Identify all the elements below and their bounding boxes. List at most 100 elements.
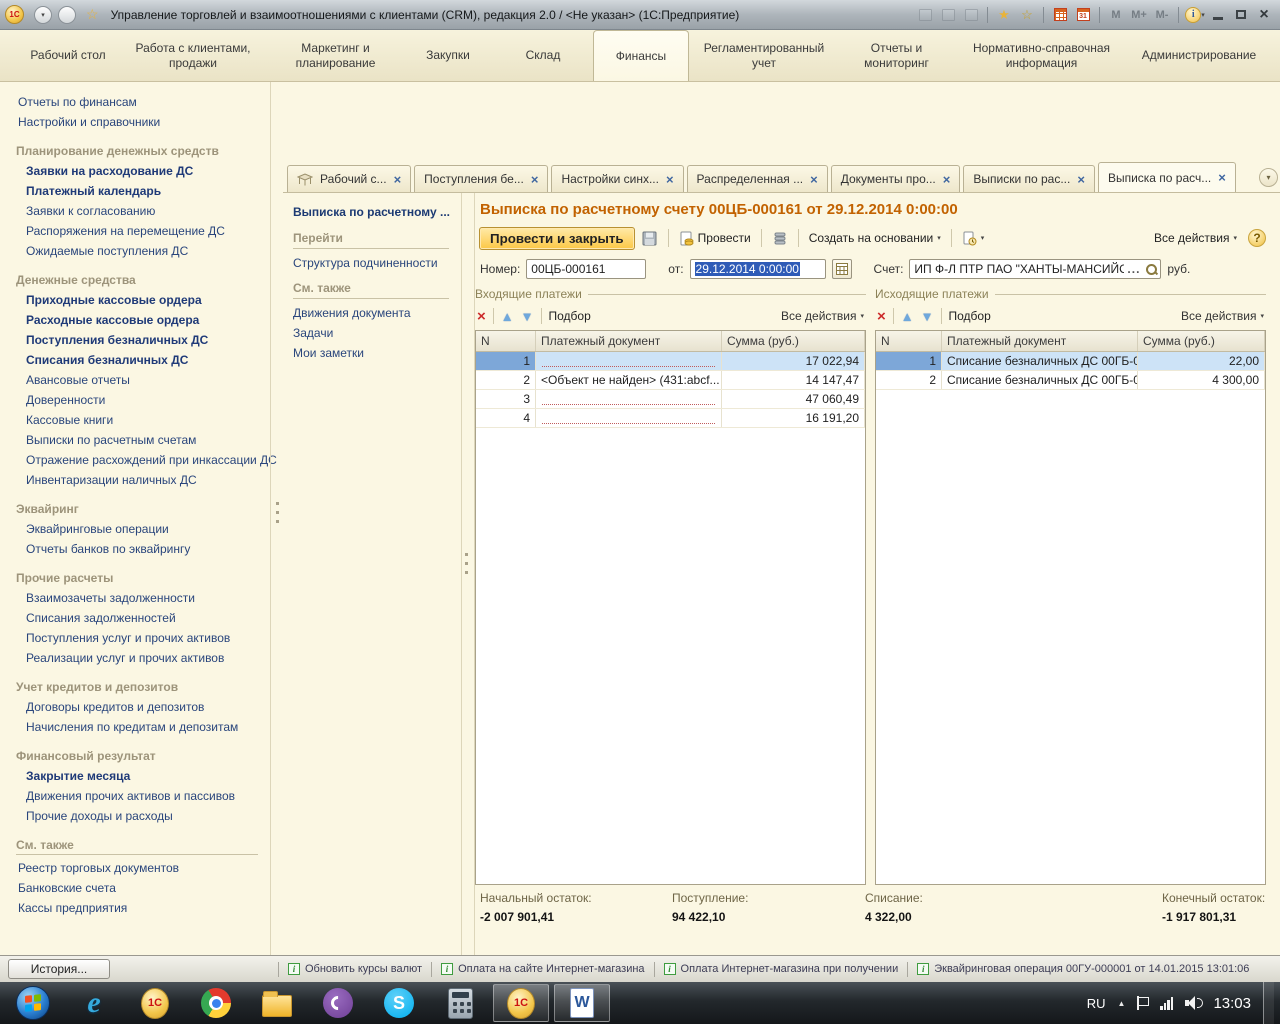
cell-sum[interactable]: 16 191,20 bbox=[722, 409, 865, 427]
cell-sum[interactable]: 14 147,47 bbox=[722, 371, 865, 389]
history-button[interactable]: История... bbox=[8, 959, 110, 979]
close-icon[interactable]: × bbox=[1077, 173, 1085, 186]
taskbar-1c-launcher[interactable]: 1С bbox=[127, 983, 183, 1023]
sidebar-item-bank-statements[interactable]: Выписки по расчетным счетам bbox=[0, 430, 270, 450]
pick-button[interactable]: Подбор bbox=[949, 309, 991, 323]
document-movements-button[interactable] bbox=[769, 228, 791, 248]
move-up-icon[interactable]: ▲ bbox=[501, 310, 514, 323]
sidebar-item-cashless-writeoffs[interactable]: Списания безналичных ДС bbox=[0, 350, 270, 370]
print-menu-button[interactable]: ▾ bbox=[959, 228, 988, 248]
memory-m-plus-button[interactable]: M+ bbox=[1129, 6, 1149, 24]
help-button[interactable]: ? bbox=[1248, 229, 1266, 247]
sidebar-item-credit-agreements[interactable]: Договоры кредитов и депозитов bbox=[0, 697, 270, 717]
taskbar-word-running[interactable]: W bbox=[554, 984, 610, 1022]
sidebar-splitter[interactable] bbox=[270, 82, 283, 955]
main-menu-button[interactable]: ▾ bbox=[34, 6, 52, 24]
status-link-acquiring-operation[interactable]: i Эквайринговая операция 00ГУ-000001 от … bbox=[917, 963, 1249, 975]
outgoing-all-actions-button[interactable]: Все действия ▾ bbox=[1181, 309, 1264, 323]
cell-sum[interactable]: 4 300,00 bbox=[1138, 371, 1265, 389]
section-tab-warehouse[interactable]: Склад bbox=[493, 30, 593, 81]
nav-link-subordination-structure[interactable]: Структура подчиненности bbox=[293, 253, 461, 273]
table-row[interactable]: 1 17 022,94 bbox=[476, 352, 865, 371]
taskbar-chrome[interactable] bbox=[188, 983, 244, 1023]
sidebar-item-debt-offsets[interactable]: Взаимозачеты задолженности bbox=[0, 588, 270, 608]
incoming-all-actions-button[interactable]: Все действия ▾ bbox=[781, 309, 864, 323]
cell-document[interactable] bbox=[536, 352, 722, 370]
move-up-icon[interactable]: ▲ bbox=[901, 310, 914, 323]
sidebar-item-cash-books[interactable]: Кассовые книги bbox=[0, 410, 270, 430]
column-header-n[interactable]: N bbox=[876, 331, 942, 351]
status-link-on-delivery-payment[interactable]: i Оплата Интернет-магазина при получении bbox=[664, 963, 899, 975]
taskbar-clock[interactable]: 13:03 bbox=[1213, 995, 1251, 1012]
nav-link-tasks[interactable]: Задачи bbox=[293, 323, 461, 343]
section-tab-desktop[interactable]: Рабочий стол bbox=[18, 30, 118, 81]
action-center-flag-icon[interactable] bbox=[1137, 996, 1148, 1010]
doc-tab-cashless-receipts[interactable]: Поступления бе... × bbox=[414, 165, 548, 192]
column-header-document[interactable]: Платежный документ bbox=[536, 331, 722, 351]
post-and-close-button[interactable]: Провести и закрыть bbox=[479, 227, 635, 250]
section-tab-clients-sales[interactable]: Работа с клиентами, продажи bbox=[118, 30, 268, 81]
taskbar-1c-running[interactable]: 1С bbox=[493, 984, 549, 1022]
cell-n[interactable]: 1 bbox=[876, 352, 942, 370]
sidebar-item-advance-reports[interactable]: Авансовые отчеты bbox=[0, 370, 270, 390]
sidebar-item-services-receipts[interactable]: Поступления услуг и прочих активов bbox=[0, 628, 270, 648]
section-tab-purchases[interactable]: Закупки bbox=[403, 30, 493, 81]
sidebar-item-collection-discrepancies[interactable]: Отражение расхождений при инкассации ДС bbox=[0, 450, 270, 470]
cell-sum[interactable]: 17 022,94 bbox=[722, 352, 865, 370]
calculator-icon[interactable] bbox=[1050, 6, 1070, 24]
doc-tab-documents[interactable]: Документы про... × bbox=[831, 165, 961, 192]
cell-document[interactable] bbox=[536, 390, 722, 408]
quick-access-button[interactable] bbox=[58, 6, 76, 24]
doc-tab-statement-active[interactable]: Выписка по расч... × bbox=[1098, 162, 1236, 192]
sidebar-item-powers-of-attorney[interactable]: Доверенности bbox=[0, 390, 270, 410]
date-picker-button[interactable] bbox=[832, 259, 852, 279]
close-icon[interactable]: × bbox=[1218, 171, 1226, 184]
taskbar-internet-explorer[interactable]: e bbox=[66, 983, 122, 1023]
table-row[interactable]: 1 Списание безналичных ДС 00ГБ-0... 22,0… bbox=[876, 352, 1265, 371]
sidebar-item-cashless-receipts[interactable]: Поступления безналичных ДС bbox=[0, 330, 270, 350]
sidebar-item-company-cash-desks[interactable]: Кассы предприятия bbox=[0, 898, 270, 918]
save-button[interactable] bbox=[639, 228, 661, 248]
sidebar-item-acquiring-bank-reports[interactable]: Отчеты банков по эквайрингу bbox=[0, 539, 270, 559]
close-icon[interactable]: × bbox=[666, 173, 674, 186]
sidebar-item-other-income-expenses[interactable]: Прочие доходы и расходы bbox=[0, 806, 270, 826]
favorites-star-icon[interactable]: ☆ bbox=[86, 6, 99, 23]
taskbar-skype[interactable]: S bbox=[371, 983, 427, 1023]
all-actions-button[interactable]: Все действия ▾ bbox=[1151, 228, 1240, 248]
cell-n[interactable]: 2 bbox=[476, 371, 536, 389]
sidebar-item-finance-reports[interactable]: Отчеты по финансам bbox=[0, 92, 270, 112]
sidebar-item-payment-calendar[interactable]: Платежный календарь bbox=[0, 181, 270, 201]
doc-tab-statements-list[interactable]: Выписки по рас... × bbox=[963, 165, 1095, 192]
sidebar-item-bank-accounts[interactable]: Банковские счета bbox=[0, 878, 270, 898]
volume-icon[interactable] bbox=[1185, 996, 1201, 1010]
sidebar-item-credit-accruals[interactable]: Начисления по кредитам и депозитам bbox=[0, 717, 270, 737]
cell-document[interactable] bbox=[536, 409, 722, 427]
status-link-currency-rates[interactable]: i Обновить курсы валют bbox=[288, 963, 422, 975]
memory-m-button[interactable]: M bbox=[1106, 6, 1126, 24]
move-down-icon[interactable]: ▼ bbox=[921, 310, 934, 323]
close-icon[interactable]: × bbox=[943, 173, 951, 186]
sidebar-item-settings-references[interactable]: Настройки и справочники bbox=[0, 112, 270, 132]
create-based-on-button[interactable]: Создать на основании ▾ bbox=[806, 228, 944, 248]
section-tab-regulated-accounting[interactable]: Регламентированный учет bbox=[689, 30, 839, 81]
close-button[interactable]: × bbox=[1254, 6, 1274, 24]
cell-n[interactable]: 1 bbox=[476, 352, 536, 370]
doc-tab-distributed[interactable]: Распределенная ... × bbox=[687, 165, 828, 192]
status-link-site-payment[interactable]: i Оплата на сайте Интернет-магазина bbox=[441, 963, 644, 975]
sidebar-item-transfer-orders[interactable]: Распоряжения на перемещение ДС bbox=[0, 221, 270, 241]
close-icon[interactable]: × bbox=[531, 173, 539, 186]
column-header-sum[interactable]: Сумма (руб.) bbox=[1138, 331, 1265, 351]
taskbar-file-explorer[interactable] bbox=[249, 983, 305, 1023]
info-button[interactable]: i▾ bbox=[1185, 6, 1205, 24]
section-tab-reference-info[interactable]: Нормативно-справочная информация bbox=[954, 30, 1129, 81]
column-header-n[interactable]: N bbox=[476, 331, 536, 351]
cell-n[interactable]: 4 bbox=[476, 409, 536, 427]
account-select-button[interactable]: ... bbox=[1124, 262, 1143, 276]
cell-sum[interactable]: 22,00 bbox=[1138, 352, 1265, 370]
language-indicator[interactable]: RU bbox=[1087, 996, 1106, 1011]
show-desktop-button[interactable] bbox=[1263, 982, 1274, 1024]
sidebar-item-debt-writeoffs[interactable]: Списания задолженностей bbox=[0, 608, 270, 628]
nav-panel-splitter[interactable] bbox=[461, 193, 475, 955]
move-down-icon[interactable]: ▼ bbox=[521, 310, 534, 323]
show-favorites-icon[interactable]: ☆ bbox=[1017, 6, 1037, 24]
